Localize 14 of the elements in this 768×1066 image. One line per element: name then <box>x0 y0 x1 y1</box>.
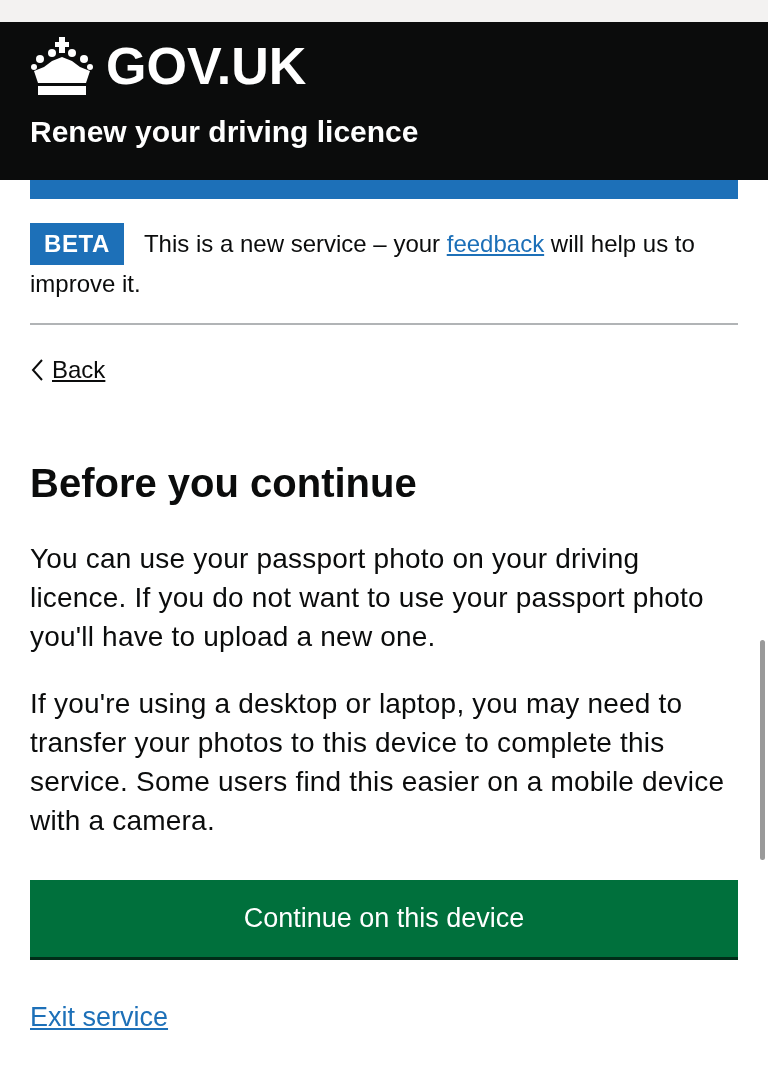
chevron-left-icon <box>30 358 44 382</box>
back-link[interactable]: Back <box>30 353 106 387</box>
service-name[interactable]: Renew your driving licence <box>30 112 738 152</box>
site-logo-text[interactable]: GOV.UK <box>106 34 307 98</box>
scrollbar[interactable] <box>760 640 765 860</box>
phase-banner-text: BETA This is a new service – your feedback will help us to improve it. <box>30 223 738 303</box>
exit-service-link[interactable]: Exit service <box>30 999 738 1035</box>
page-heading: Before you continue <box>30 460 418 507</box>
body-paragraph: If you're using a desktop or laptop, you may need to transfer your photos to this device to complete this service. Some users find this easier on a mobile device with a camera. <box>30 687 726 838</box>
feedback-link[interactable]: feedback <box>446 230 545 257</box>
continue-button[interactable]: Continue on this device <box>30 880 738 957</box>
body-paragraph: You can use your passport photo on your driving licence. If you do not want to use your passport photo you'll have to upload a new one. <box>30 542 705 654</box>
beta-tag: BETA <box>30 223 124 265</box>
crown-icon <box>30 37 94 95</box>
